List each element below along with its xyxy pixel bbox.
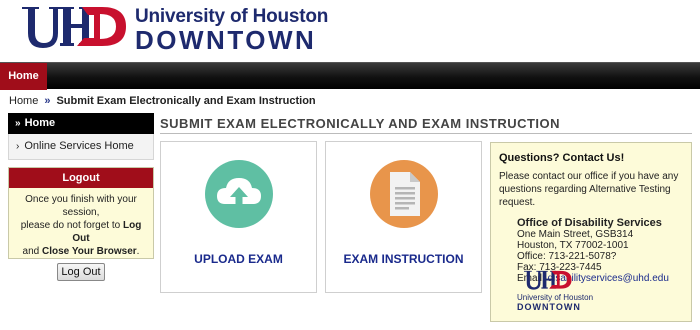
contact-phone: Office: 713-221-5078? xyxy=(517,251,617,262)
uhd-small-logo: University of Houston DOWNTOWN xyxy=(517,267,594,312)
double-chevron-down-icon: » xyxy=(15,118,21,129)
uhd-logo-mark xyxy=(22,7,126,48)
breadcrumb-home-link[interactable]: Home xyxy=(9,95,38,107)
chevron-right-icon: › xyxy=(16,141,20,152)
document-icon xyxy=(370,160,438,228)
logout-message: Once you finish with your session, pleas… xyxy=(9,188,153,258)
logout-line-2-text: please do not forget to xyxy=(20,220,123,231)
page-title: SUBMIT EXAM ELECTRONICALLY AND EXAM INST… xyxy=(160,116,561,131)
contact-panel: Questions? Contact Us! Please contact ou… xyxy=(490,142,692,322)
contact-office-name: Office of Disability Services xyxy=(517,217,662,229)
site-header: University of Houston DOWNTOWN xyxy=(0,0,700,62)
exam-instruction-label[interactable]: EXAM INSTRUCTION xyxy=(326,252,481,266)
logout-line-3-bold: Close Your Browser xyxy=(42,246,137,257)
logout-line-1: Once you finish with your session, xyxy=(25,194,137,218)
contact-title: Questions? Contact Us! xyxy=(499,152,625,164)
logout-line-3-text: and xyxy=(22,246,42,257)
logout-button[interactable]: Log Out xyxy=(57,263,105,281)
contact-city: Houston, TX 77002-1001 xyxy=(517,240,629,251)
logo-university-text: University of Houston xyxy=(135,6,329,27)
uhd-logo[interactable]: University of Houston DOWNTOWN xyxy=(22,5,328,53)
logout-panel-title: Logout xyxy=(9,168,153,188)
cloud-upload-icon xyxy=(205,160,273,228)
upload-exam-label[interactable]: UPLOAD EXAM xyxy=(161,252,316,266)
sidebar-item-label: Online Services Home xyxy=(24,140,134,152)
sidebar-header-label: Home xyxy=(24,117,56,129)
small-logo-university: University of Houston xyxy=(517,293,594,302)
exam-instruction-card[interactable]: EXAM INSTRUCTION xyxy=(325,141,482,293)
uhd-small-logo-mark xyxy=(524,270,572,290)
contact-street: One Main Street, GSB314 xyxy=(517,229,634,240)
breadcrumb-separator-icon: » xyxy=(44,95,51,107)
contact-text: Please contact our office if you have an… xyxy=(499,171,679,208)
logout-line-3-suffix: . xyxy=(136,246,140,257)
upload-exam-card[interactable]: UPLOAD EXAM xyxy=(160,141,317,293)
main-nav: Home xyxy=(0,62,700,90)
breadcrumb-current: Submit Exam Electronically and Exam Inst… xyxy=(56,95,316,107)
sidebar-header[interactable]: » Home xyxy=(8,113,154,134)
logo-campus-text: DOWNTOWN xyxy=(135,25,317,55)
logout-line-2: please do not forget to Log Out xyxy=(13,219,149,245)
title-divider xyxy=(160,133,692,134)
breadcrumb: Home » Submit Exam Electronically and Ex… xyxy=(9,95,316,107)
logout-line-3: and Close Your Browser. xyxy=(13,245,149,258)
sidebar-item-online-services-home[interactable]: › Online Services Home xyxy=(8,134,154,160)
nav-home-tab[interactable]: Home xyxy=(0,63,47,90)
logout-panel: Logout Once you finish with your session… xyxy=(8,167,154,281)
small-logo-campus: DOWNTOWN xyxy=(517,302,581,312)
